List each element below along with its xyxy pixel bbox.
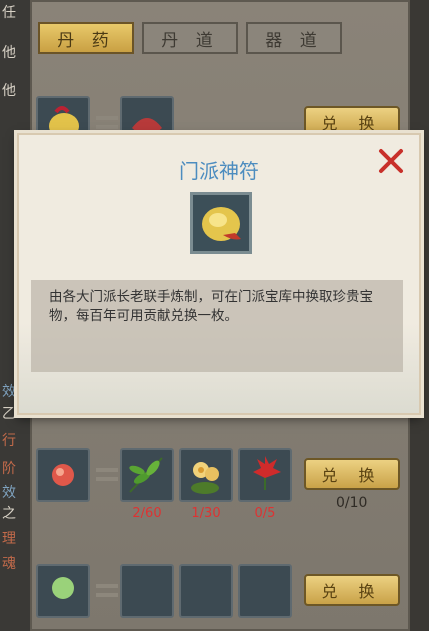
item-description: 由各大门派长老联手炼制，可在门派宝库中换取珍贵宝物，每百年可用贡献兑换一枚。 [31,280,403,372]
green-herb-icon[interactable] [120,448,174,502]
left-char: 他 [2,45,16,61]
material-count: 0/5 [254,506,276,521]
green-herb-icon[interactable] [120,564,174,618]
dialog-title: 门派神符 [179,159,259,183]
left-char: 之 [2,506,16,522]
left-char: 阶 [2,461,16,477]
gold-talisman-icon [190,192,252,254]
tab-alchemy[interactable]: 丹 道 [142,22,238,54]
exchange-button[interactable]: 兑 换 [304,458,400,490]
left-char: 效 [2,485,16,501]
golden-flower-icon[interactable] [179,564,233,618]
close-icon[interactable] [377,147,405,175]
left-char: 乙 [2,406,16,422]
red-flower-icon[interactable] [238,448,292,502]
tab-pills[interactable]: 丹 药 [38,22,134,54]
left-char: 效 [2,384,16,400]
exchange-limit: 0/10 [336,495,368,511]
equals-icon [96,468,118,482]
green-pill-icon[interactable] [36,564,90,618]
tab-artifact[interactable]: 器 道 [246,22,342,54]
left-char: 任 [2,5,16,21]
tab-bar: 丹 药 丹 道 器 道 [38,22,342,54]
left-char: 行 [2,433,16,449]
red-pill-icon[interactable] [36,448,90,502]
material-count: 2/60 [132,506,162,521]
exchange-row: 2/60 1/30 0/5 兑 换 0/10 [36,444,406,521]
equals-icon [96,116,118,130]
item-detail-dialog: 门派神符 由各大门派长老联手炼制，可在门派宝库中换取珍贵宝物，每百年可用贡献兑换… [17,133,421,415]
golden-flower-icon[interactable] [179,448,233,502]
equals-icon [96,584,118,598]
exchange-row: 兑 换 [36,560,406,626]
left-char: 他 [2,83,16,99]
left-char: 理 [2,531,16,547]
red-flower-icon[interactable] [238,564,292,618]
material-count: 1/30 [191,506,221,521]
exchange-button[interactable]: 兑 换 [304,574,400,606]
left-char: 魂 [2,556,16,572]
